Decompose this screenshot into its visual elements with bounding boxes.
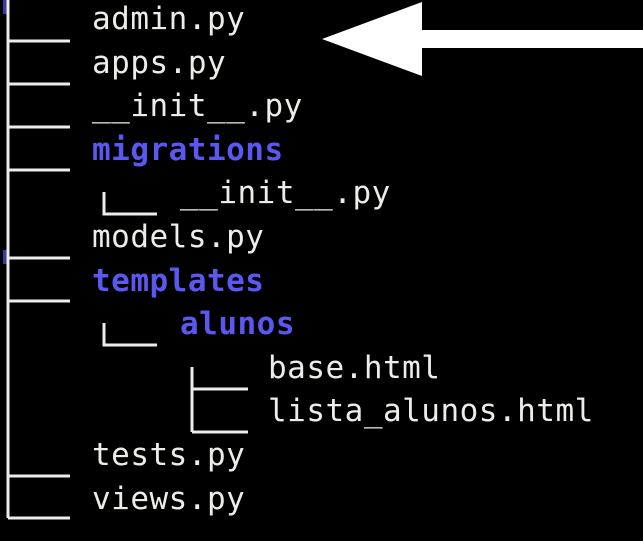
tree-item-init-py: __init__.py (92, 88, 303, 125)
tree-item-apps-py: apps.py (92, 44, 227, 81)
tree-item-migrations: migrations (92, 131, 284, 168)
tree-item-base-html: base.html (268, 349, 441, 386)
tree-item-alunos: alunos (180, 306, 295, 343)
tree-item-views-py: views.py (92, 480, 246, 517)
tree-item-lista-alunos-html: lista_alunos.html (268, 393, 594, 430)
branch-migrations-init (102, 192, 157, 216)
tree-item-tests-py: tests.py (92, 437, 246, 473)
arrow-left-icon (322, 2, 643, 76)
tree-item-init-py-2: __init__.py (180, 175, 391, 212)
tree-item-templates: templates (92, 262, 265, 299)
tree-item-models-py: models.py (92, 219, 265, 255)
branch-templates-alunos (102, 323, 157, 347)
terminal-window: admin.py apps.py __init__.py migrations __in… (0, 0, 643, 541)
tree-item-admin-py: admin.py (92, 1, 246, 37)
